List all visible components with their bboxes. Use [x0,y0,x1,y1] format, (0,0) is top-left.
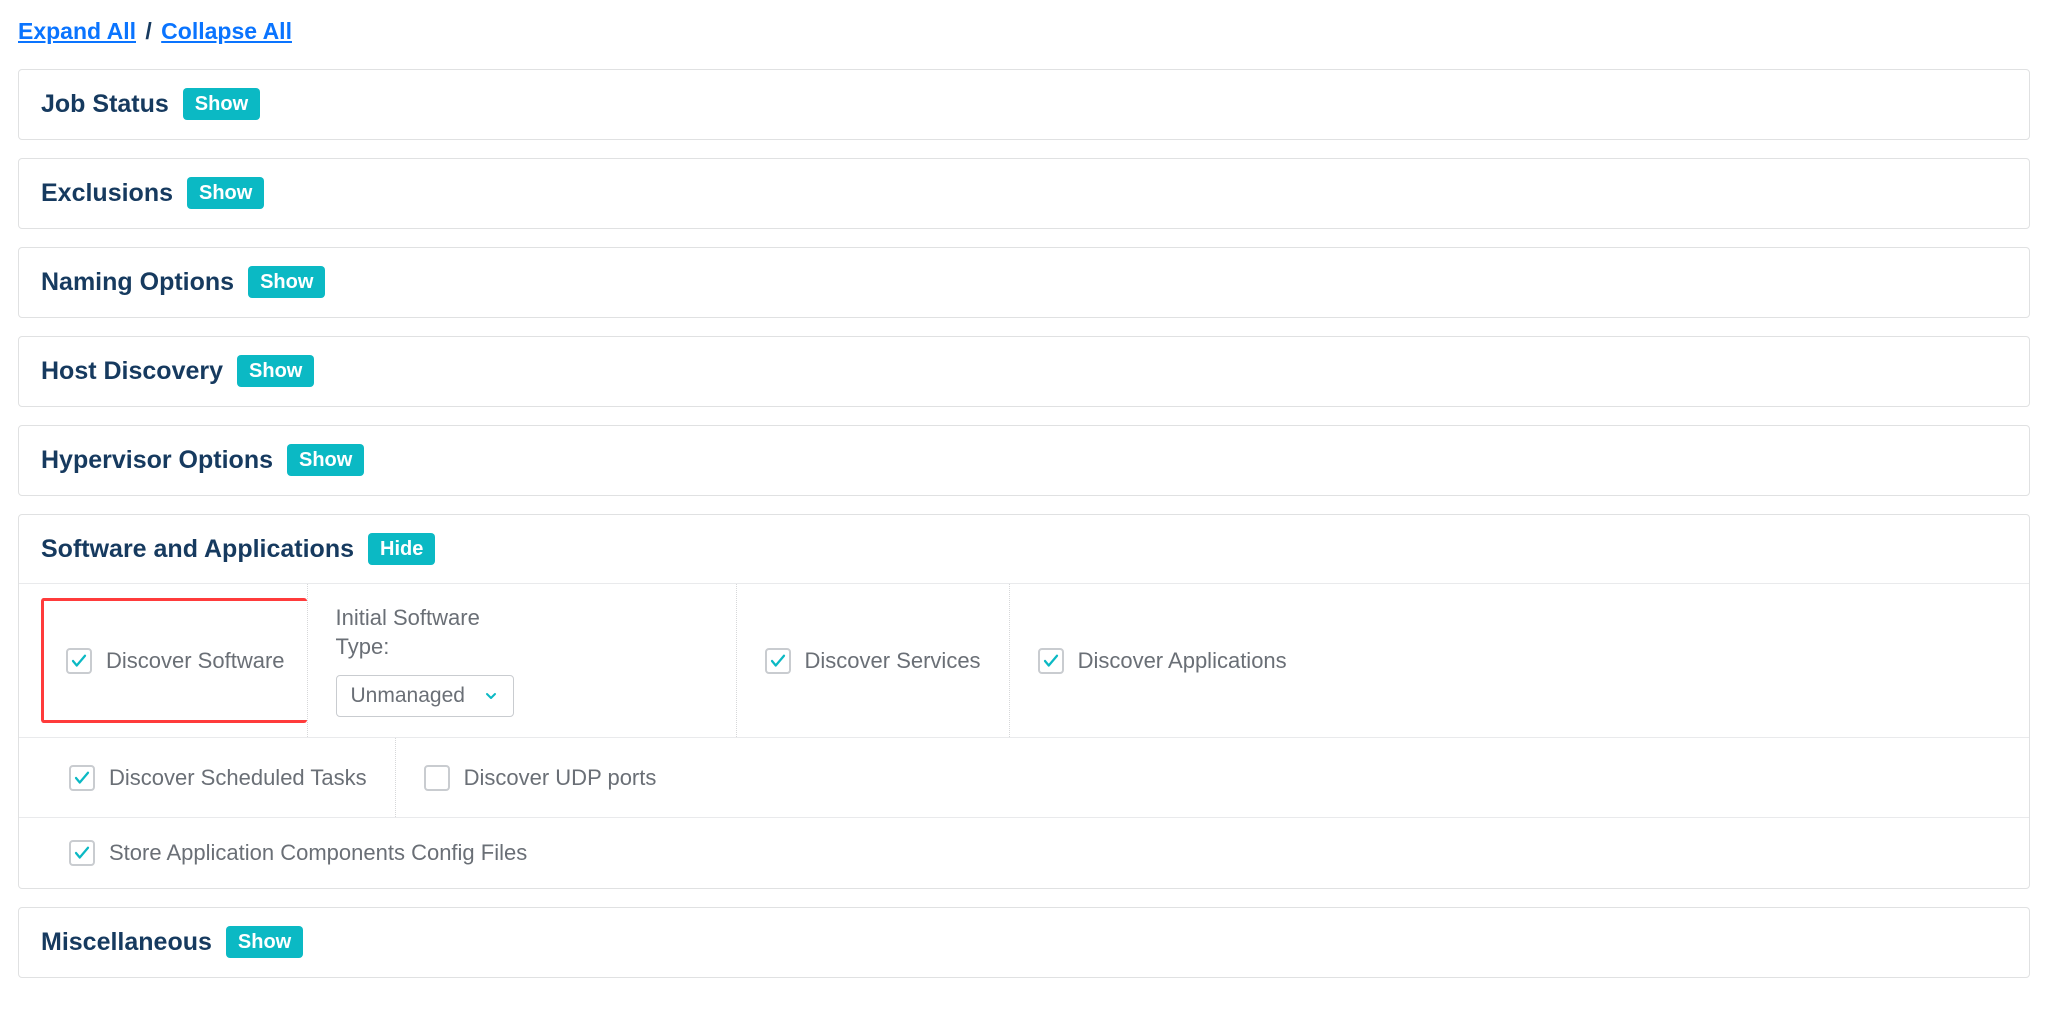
discover-applications-cell: Discover Applications [1010,584,1315,737]
check-icon [73,844,91,862]
check-icon [769,652,787,670]
discover-scheduled-tasks-checkbox[interactable] [69,765,95,791]
initial-software-type-select[interactable]: Unmanaged [336,675,514,717]
discover-udp-cell: Discover UDP ports [396,738,685,817]
discover-software-label: Discover Software [106,648,285,674]
panel-title-exclusions: Exclusions [41,179,173,208]
discover-services-cell: Discover Services [737,584,1010,737]
panel-header-naming-options: Naming Options Show [19,248,2029,317]
discover-scheduled-tasks-label: Discover Scheduled Tasks [109,765,367,791]
panel-header-miscellaneous: Miscellaneous Show [19,908,2029,977]
panel-title-job-status: Job Status [41,90,169,119]
check-icon [70,652,88,670]
show-button-hypervisor-options[interactable]: Show [287,444,364,476]
panel-header-software-applications: Software and Applications Hide [19,515,2029,584]
panel-naming-options: Naming Options Show [18,247,2030,318]
check-icon [73,769,91,787]
discover-software-checkbox[interactable] [66,648,92,674]
store-config-cell: Store Application Components Config File… [19,818,555,888]
check-icon [1042,652,1060,670]
initial-software-type-label: Initial Software Type: [336,604,516,661]
panel-title-naming-options: Naming Options [41,268,234,297]
discover-software-cell: Discover Software [41,598,307,723]
panel-title-software-applications: Software and Applications [41,535,354,564]
chevron-down-icon [483,688,499,704]
panel-hypervisor-options: Hypervisor Options Show [18,425,2030,496]
discover-udp-checkbox[interactable] [424,765,450,791]
expand-collapse-links: Expand All / Collapse All [18,18,2030,45]
show-button-host-discovery[interactable]: Show [237,355,314,387]
discover-applications-checkbox[interactable] [1038,648,1064,674]
initial-software-type-cell: Initial Software Type: Unmanaged [307,584,737,737]
software-row-3: Store Application Components Config File… [19,818,2029,888]
store-config-checkbox[interactable] [69,840,95,866]
expand-all-link[interactable]: Expand All [18,18,136,44]
discover-scheduled-tasks-cell: Discover Scheduled Tasks [19,738,396,817]
discover-services-label: Discover Services [805,648,981,674]
panel-exclusions: Exclusions Show [18,158,2030,229]
panel-host-discovery: Host Discovery Show [18,336,2030,407]
software-row-1: Discover Software Initial Software Type:… [19,584,2029,738]
hide-button-software-applications[interactable]: Hide [368,533,435,565]
initial-software-type-value: Unmanaged [351,684,465,708]
panel-title-host-discovery: Host Discovery [41,357,223,386]
panel-miscellaneous: Miscellaneous Show [18,907,2030,978]
panel-title-hypervisor-options: Hypervisor Options [41,446,273,475]
software-row-2: Discover Scheduled Tasks Discover UDP po… [19,738,2029,818]
discover-services-checkbox[interactable] [765,648,791,674]
show-button-miscellaneous[interactable]: Show [226,926,303,958]
panel-header-exclusions: Exclusions Show [19,159,2029,228]
panel-job-status: Job Status Show [18,69,2030,140]
discover-applications-label: Discover Applications [1078,648,1287,674]
collapse-all-link[interactable]: Collapse All [161,18,292,44]
show-button-exclusions[interactable]: Show [187,177,264,209]
discover-udp-label: Discover UDP ports [464,765,657,791]
panel-body-software-applications: Discover Software Initial Software Type:… [19,584,2029,888]
show-button-job-status[interactable]: Show [183,88,260,120]
show-button-naming-options[interactable]: Show [248,266,325,298]
panel-title-miscellaneous: Miscellaneous [41,928,212,957]
separator: / [145,18,151,44]
panel-software-applications: Software and Applications Hide Discover … [18,514,2030,889]
panel-header-job-status: Job Status Show [19,70,2029,139]
store-config-label: Store Application Components Config File… [109,840,527,866]
panel-header-hypervisor-options: Hypervisor Options Show [19,426,2029,495]
panel-header-host-discovery: Host Discovery Show [19,337,2029,406]
